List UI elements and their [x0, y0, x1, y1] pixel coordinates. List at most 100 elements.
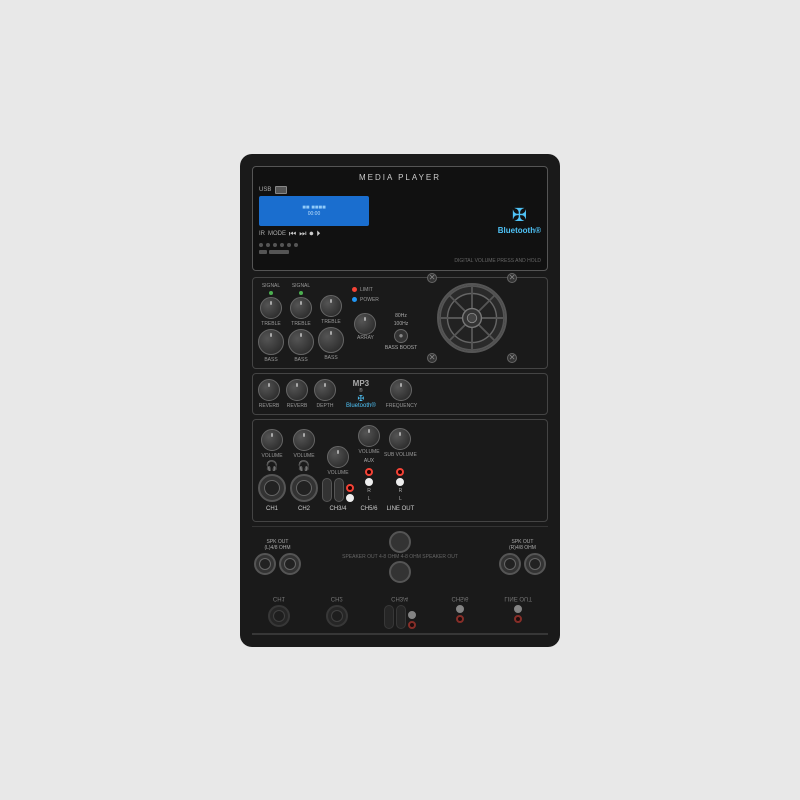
signal-led-1	[269, 291, 273, 295]
bluetooth-label: Bluetooth®	[498, 226, 541, 235]
treble-label-3: TREBLE	[321, 319, 340, 325]
ch34-ts-jack-1[interactable]	[322, 478, 332, 502]
refl-ch2: CH2	[326, 595, 348, 627]
refl-lineout-rca-l	[514, 605, 522, 613]
refl-lineout-rca-r	[514, 615, 522, 623]
vol-label-3: VOLUME	[327, 470, 348, 476]
volume-jack-section: VOLUME 🎧 CH1 VOLUME 🎧	[252, 419, 548, 522]
ch1-strip: SIGNAL TREBLE BASS	[258, 283, 284, 363]
reverb-strip-1: REVERB	[258, 379, 280, 409]
refl-ch1-jack	[268, 605, 290, 627]
ch1-xlr-jack[interactable]	[258, 474, 286, 502]
ch2-xlr-jack[interactable]	[290, 474, 318, 502]
ch34-ts-jack-2[interactable]	[334, 478, 344, 502]
depth-label: DEPTH	[317, 403, 334, 409]
ch34-rca-r[interactable]	[346, 484, 354, 492]
ch2-volume-area: VOLUME 🎧 CH2	[290, 429, 318, 512]
lineout-rca-l[interactable]	[396, 478, 404, 486]
lineout-l-label: L	[399, 496, 402, 502]
power-label: POWER	[360, 297, 379, 303]
vol-knob-2[interactable]	[293, 429, 315, 451]
frequency-strip: FREQUENCY	[386, 379, 417, 409]
ch56-volume-area: VOLUME AUX R L CH5/6	[358, 425, 380, 512]
reverb-knob-2[interactable]	[286, 379, 308, 401]
treble-knob-1[interactable]	[260, 297, 282, 319]
refl-ch34-jacks	[384, 605, 416, 629]
signal-label-2: SIGNAL	[292, 283, 310, 289]
lineout-r-label: R	[399, 488, 403, 494]
reverb-knob-1[interactable]	[258, 379, 280, 401]
treble-knob-3[interactable]	[320, 295, 342, 317]
ch56-rca-r[interactable]	[365, 468, 373, 476]
eq-bars	[259, 250, 289, 254]
ch56-rca-l[interactable]	[365, 478, 373, 486]
spk-right-jacks	[499, 553, 546, 575]
spk-center-jack-2[interactable]	[389, 561, 411, 583]
signal-label-1: SIGNAL	[262, 283, 280, 289]
sub-vol-knob[interactable]	[389, 428, 411, 450]
spk-center-jack[interactable]	[389, 531, 411, 553]
transport-buttons: ⏮ ⏭ ⏺ ⏵	[289, 229, 320, 239]
eq-section: SIGNAL TREBLE BASS SIGNAL TREBLE BASS	[252, 277, 548, 369]
vol-knob-1[interactable]	[261, 429, 283, 451]
treble-knob-2[interactable]	[290, 297, 312, 319]
headphone-icon: 🎧	[266, 461, 278, 472]
fan-svg	[439, 283, 505, 353]
bass-knob-2[interactable]	[288, 329, 314, 355]
r-label: R	[367, 488, 371, 494]
bass-label-2: BASS	[294, 357, 307, 363]
frequency-knob[interactable]	[390, 379, 412, 401]
cd-btn[interactable]: ⏺	[309, 229, 313, 239]
bass-knob-3[interactable]	[318, 327, 344, 353]
spk-left-xlr-1[interactable]	[254, 553, 276, 575]
refl-rca	[408, 605, 416, 629]
lineout-rca-r[interactable]	[396, 468, 404, 476]
bass-boost-opt2: 100Hz	[394, 321, 408, 327]
refl-ch56: CH5/6	[452, 595, 469, 623]
ch56-rca-jacks	[365, 468, 373, 486]
vol-label-4: VOLUME	[358, 449, 379, 455]
refl-lineout: LINE OUT	[504, 595, 532, 623]
ch34-jacks	[322, 478, 354, 502]
refl-ch56-rca	[456, 605, 464, 623]
ch34-rca-jacks	[346, 484, 354, 502]
signal-led-2	[299, 291, 303, 295]
spk-right-label: SPK OUT (R)4/8 OHM	[509, 539, 536, 551]
array-knob[interactable]	[354, 313, 376, 335]
screw-bl: ✕	[427, 353, 437, 363]
ch56-label: CH5/6	[360, 506, 377, 512]
mp3-bluetooth-badge: MP3 ® ✠ Bluetooth®	[346, 379, 376, 409]
reflected-controls: CH1 CH2 CH3/4	[252, 595, 548, 629]
bt-badge-label: Bluetooth®	[346, 403, 376, 409]
ir-label: IR	[259, 231, 265, 237]
power-indicator: POWER	[352, 297, 379, 303]
reverb-label-2: REVERB	[287, 403, 308, 409]
prev-btn[interactable]: ⏮	[289, 229, 296, 239]
ch1-label: CH1	[266, 506, 278, 512]
spk-right-xlr-1[interactable]	[499, 553, 521, 575]
spk-center-area: SPEAKER OUT 4-8 OHM 4-8 OHM SPEAKER OUT	[342, 531, 458, 583]
refl-ts-1	[384, 605, 394, 629]
next-btn[interactable]: ⏭	[299, 229, 306, 239]
screw-tr: ✕	[507, 273, 517, 283]
fan-area: ✕ ✕ ✕ ✕	[427, 273, 517, 363]
headphone-icon-2: 🎧	[298, 461, 310, 472]
spk-left-xlr-2[interactable]	[279, 553, 301, 575]
bass-knob-1[interactable]	[258, 329, 284, 355]
vol-knob-4[interactable]	[358, 425, 380, 447]
spk-right-xlr-2[interactable]	[524, 553, 546, 575]
depth-knob[interactable]	[314, 379, 336, 401]
refl-ch34-label: CH3/4	[391, 595, 408, 601]
play-btn[interactable]: ⏵	[316, 229, 320, 239]
ch2-icons: 🎧	[298, 461, 310, 472]
ch34-rca-l[interactable]	[346, 494, 354, 502]
sub-vol-label: SUB VOLUME	[384, 452, 417, 458]
bass-boost-label: BASS BOOST	[385, 345, 417, 351]
lcd-content: ■■ ■■■■ 00:00	[302, 205, 325, 217]
screw-tl: ✕	[427, 273, 437, 283]
refl-lineout-label: LINE OUT	[504, 595, 532, 601]
bass-boost-switch[interactable]: ●	[394, 329, 408, 343]
media-player-title: MEDIA PLAYER	[259, 173, 541, 182]
lcd-display: ■■ ■■■■ 00:00	[259, 196, 369, 226]
vol-knob-3[interactable]	[327, 446, 349, 468]
